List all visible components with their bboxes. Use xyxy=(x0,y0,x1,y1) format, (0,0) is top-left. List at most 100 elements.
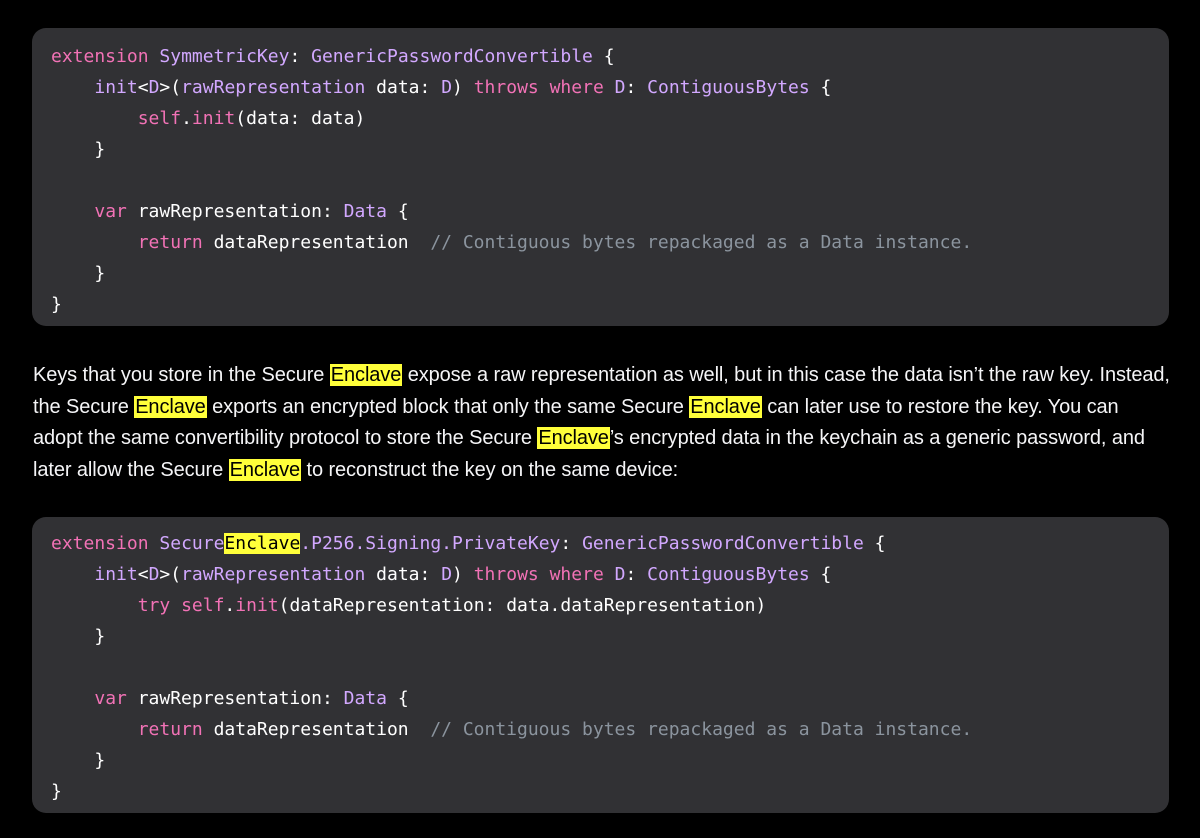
code-token: rawRepresentation: xyxy=(126,688,344,709)
search-highlight: Enclave xyxy=(329,364,403,386)
code-token: < xyxy=(137,77,149,98)
code-token: } xyxy=(51,781,62,802)
code-token: self xyxy=(137,108,182,129)
code-block-symmetric-key: extension SymmetricKey: GenericPasswordC… xyxy=(32,28,1169,326)
code-token: D xyxy=(614,564,626,585)
code-token: .P256.Signing.PrivateKey xyxy=(300,533,561,554)
code-line: init<D>(rawRepresentation data: D) throw… xyxy=(51,559,1169,590)
code-token: { xyxy=(386,201,409,222)
body-paragraph: Keys that you store in the Secure Enclav… xyxy=(33,360,1173,486)
code-token: D xyxy=(148,564,160,585)
code-token: try xyxy=(137,595,171,616)
search-highlight: Enclave xyxy=(224,533,301,554)
code-token: return xyxy=(137,232,203,253)
code-token: GenericPasswordConvertible xyxy=(582,533,864,554)
code-token: { xyxy=(863,533,886,554)
code-token: var xyxy=(94,201,127,222)
search-highlight: Enclave xyxy=(134,395,207,418)
code-token: } xyxy=(51,750,106,771)
code-token: . xyxy=(224,595,236,616)
code-token: : xyxy=(625,77,648,98)
code-line: var rawRepresentation: Data { xyxy=(51,196,1169,227)
code-token: init xyxy=(94,77,138,98)
code-comment: // Contiguous bytes repackaged as a Data… xyxy=(430,719,973,740)
code-token: } xyxy=(51,294,62,315)
code-token: init xyxy=(235,595,279,616)
code-token: : xyxy=(560,533,583,554)
code-token: { xyxy=(592,46,615,67)
code-token: { xyxy=(809,564,832,585)
code-token: return xyxy=(137,719,203,740)
code-block-secure-enclave-key: extension SecureEnclave.P256.Signing.Pri… xyxy=(32,517,1169,813)
code-token: rawRepresentation: xyxy=(126,201,344,222)
code-token: GenericPasswordConvertible xyxy=(311,46,593,67)
code-token: Data xyxy=(343,201,387,222)
code-line: extension SecureEnclave.P256.Signing.Pri… xyxy=(51,528,1169,559)
code-comment: // Contiguous bytes repackaged as a Data… xyxy=(430,232,973,253)
code-token: } xyxy=(51,263,106,284)
code-line: init<D>(rawRepresentation data: D) throw… xyxy=(51,72,1169,103)
search-highlight: Enclave xyxy=(689,395,762,418)
code-line: } xyxy=(51,776,1169,807)
code-token: < xyxy=(137,564,149,585)
code-token: rawRepresentation xyxy=(181,77,366,98)
code-token: init xyxy=(191,108,236,129)
code-token: . xyxy=(181,108,192,129)
code-token: >( xyxy=(159,77,182,98)
code-token: Secure xyxy=(159,533,225,554)
code-token: SymmetricKey xyxy=(159,46,290,67)
code-token: var xyxy=(94,688,127,709)
code-token: { xyxy=(809,77,832,98)
code-token: throws xyxy=(473,564,539,585)
code-token: ContiguousBytes xyxy=(647,77,810,98)
code-token: data: xyxy=(365,77,442,98)
code-token: ) xyxy=(452,564,474,585)
code-token: dataRepresentation xyxy=(202,232,431,253)
code-token: D xyxy=(441,564,453,585)
paragraph-text: to reconstruct the key on the same devic… xyxy=(301,458,679,481)
code-line: } xyxy=(51,258,1169,289)
code-line: } xyxy=(51,745,1169,776)
code-token: ContiguousBytes xyxy=(647,564,810,585)
code-line: return dataRepresentation // Contiguous … xyxy=(51,714,1169,745)
code-token: rawRepresentation xyxy=(181,564,366,585)
code-token: data: xyxy=(365,564,442,585)
code-line: try self.init(dataRepresentation: data.d… xyxy=(51,590,1169,621)
code-token: (data: data) xyxy=(235,108,366,129)
code-token: ) xyxy=(452,77,474,98)
code-line: return dataRepresentation // Contiguous … xyxy=(51,227,1169,258)
code-token: Data xyxy=(343,688,387,709)
search-highlight: Enclave xyxy=(537,427,610,449)
code-token: >( xyxy=(159,564,182,585)
code-token: throws xyxy=(473,77,539,98)
code-token: : xyxy=(289,46,312,67)
code-line: extension SymmetricKey: GenericPasswordC… xyxy=(51,41,1169,72)
code-line: } xyxy=(51,289,1169,320)
code-token: D xyxy=(614,77,626,98)
code-token: init xyxy=(94,564,138,585)
code-line: } xyxy=(51,621,1169,652)
code-token: : xyxy=(625,564,648,585)
code-token: where xyxy=(549,77,604,98)
code-token: } xyxy=(51,626,106,647)
code-token: self xyxy=(181,595,225,616)
paragraph-text: exports an encrypted block that only the… xyxy=(206,395,690,418)
search-highlight: Enclave xyxy=(228,458,302,481)
code-token: extension xyxy=(51,46,149,67)
paragraph-text: Keys that you store in the Secure xyxy=(33,364,330,386)
code-line: } xyxy=(51,134,1169,165)
code-line: self.init(data: data) xyxy=(51,103,1169,134)
